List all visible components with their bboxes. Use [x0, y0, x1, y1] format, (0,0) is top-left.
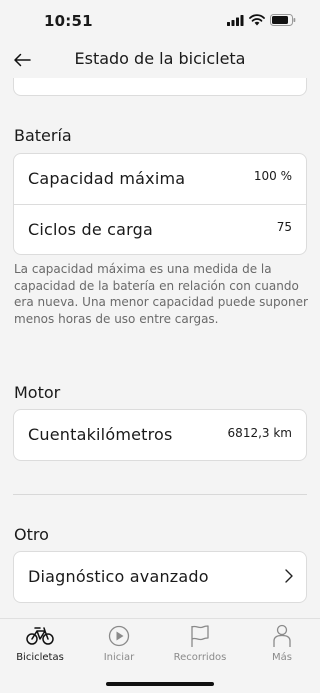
tab-mas[interactable]: Más	[242, 623, 320, 671]
tab-mas-label: Más	[272, 652, 292, 663]
tab-bicicletas-label: Bicicletas	[16, 652, 64, 663]
section-divider	[13, 494, 307, 495]
status-icons	[227, 14, 296, 26]
status-time: 10:51	[44, 12, 93, 30]
advanced-diagnostics-label: Diagnóstico avanzado	[28, 567, 209, 586]
tab-bicicletas[interactable]: Bicicletas	[0, 623, 80, 671]
max-capacity-value: 100 %	[253, 169, 292, 183]
max-capacity-label: Capacidad máxima	[28, 169, 186, 188]
other-card: Diagnóstico avanzado	[13, 551, 307, 603]
charge-cycles-row: Ciclos de carga 75	[14, 204, 306, 254]
tab-recorridos-label: Recorridos	[173, 652, 227, 663]
tab-recorridos[interactable]: Recorridos	[160, 623, 240, 671]
odometer-row: Cuentakilómetros 6812,3 km	[14, 410, 306, 460]
wifi-icon	[249, 14, 265, 26]
chevron-right-icon	[285, 569, 293, 583]
charge-cycles-value: 75	[276, 220, 292, 234]
page-title: Estado de la bicicleta	[74, 49, 246, 68]
odometer-value: 6812,3 km	[227, 426, 292, 440]
motor-card: Cuentakilómetros 6812,3 km	[13, 409, 307, 461]
signal-icon	[227, 14, 244, 26]
play-icon	[108, 625, 130, 647]
nav-bar: Estado de la bicicleta	[0, 42, 320, 78]
battery-note: La capacidad máxima es una medida de la …	[14, 262, 308, 326]
battery-section-title: Batería	[14, 126, 72, 145]
motor-section-title: Motor	[14, 383, 61, 402]
odometer-label: Cuentakilómetros	[28, 425, 173, 444]
bicycle-icon	[26, 627, 54, 645]
max-capacity-row: Capacidad máxima 100 %	[14, 154, 306, 204]
previous-card	[13, 78, 307, 96]
tab-bar: Bicicletas Iniciar Recorridos Más	[0, 618, 320, 693]
status-bar: 10:51	[0, 0, 320, 42]
other-section-title: Otro	[14, 525, 49, 544]
person-icon	[273, 624, 291, 647]
content-scroll[interactable]: Batería Capacidad máxima 100 % Ciclos de…	[0, 78, 320, 618]
flag-icon	[191, 625, 209, 647]
advanced-diagnostics-row[interactable]: Diagnóstico avanzado	[14, 552, 306, 602]
tab-iniciar[interactable]: Iniciar	[79, 623, 159, 671]
battery-card: Capacidad máxima 100 % Ciclos de carga 7…	[13, 153, 307, 255]
tab-iniciar-label: Iniciar	[103, 652, 135, 663]
charge-cycles-label: Ciclos de carga	[28, 220, 154, 239]
home-indicator[interactable]	[106, 682, 214, 686]
battery-icon	[270, 14, 296, 26]
